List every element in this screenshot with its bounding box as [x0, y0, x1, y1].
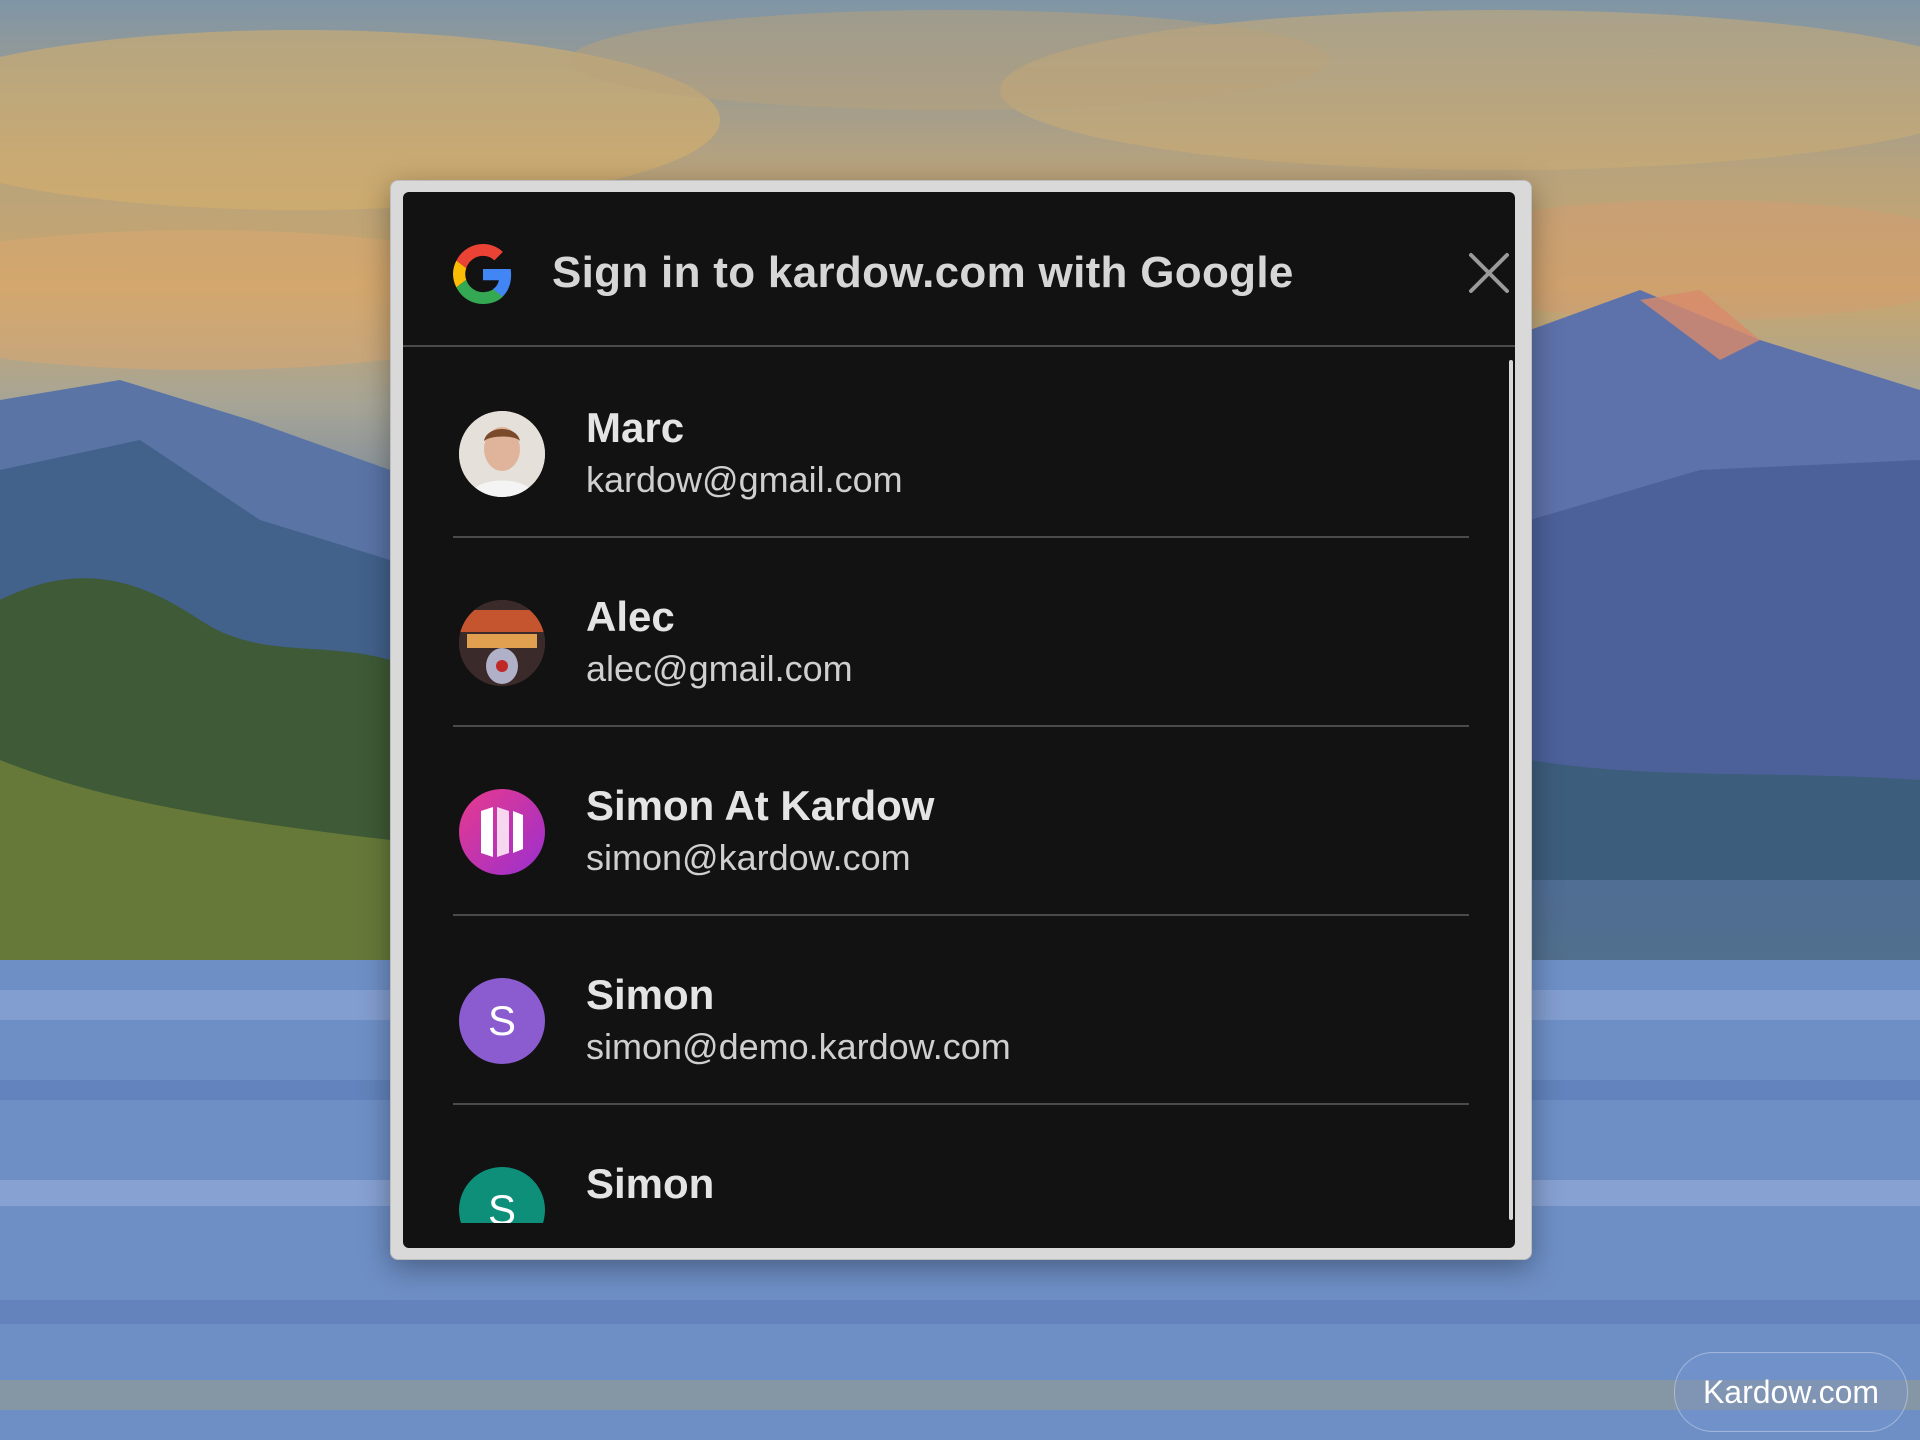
google-sign-in-dialog: Sign in to kardow.com with Google Marc k…: [403, 192, 1515, 1248]
account-email: kardow@gmail.com: [586, 459, 903, 500]
avatar: [459, 411, 545, 497]
account-email: simon@kardow.com: [586, 837, 911, 878]
close-icon: [1469, 253, 1509, 293]
account-name: Marc: [586, 404, 685, 451]
dialog-title: Sign in to kardow.com with Google: [552, 248, 1294, 297]
avatar-initial: S: [487, 1186, 516, 1223]
badge-label: Kardow.com: [1702, 1373, 1880, 1410]
avatar: [459, 789, 545, 875]
kardow-logo-icon: [481, 807, 523, 857]
google-g-icon: [453, 244, 512, 304]
account-item-simon-at-kardow[interactable]: Simon At Kardow simon@kardow.com: [453, 725, 1469, 916]
profile-photo-icon: [459, 411, 545, 497]
browser-popup-window: Sign in to kardow.com with Google Marc k…: [390, 180, 1532, 1260]
account-item-marc[interactable]: Marc kardow@gmail.com: [453, 347, 1469, 538]
account-name: Simon: [586, 1160, 715, 1207]
initial-avatar: S: [459, 978, 545, 1064]
profile-photo-icon: [459, 600, 545, 686]
scrollbar[interactable]: [1509, 360, 1513, 1220]
account-list: Marc kardow@gmail.com Alec alec@gmail.co…: [403, 347, 1515, 1248]
avatar: [459, 600, 545, 686]
account-name: Simon At Kardow: [586, 782, 935, 829]
avatar-initial: S: [487, 997, 516, 1044]
account-name: Simon: [586, 971, 715, 1018]
kardow-badge[interactable]: Kardow.com: [1674, 1352, 1908, 1432]
account-email: alec@gmail.com: [586, 648, 853, 689]
account-item-simon-partial[interactable]: S Simon: [453, 1103, 1469, 1223]
account-email: simon@demo.kardow.com: [586, 1026, 1011, 1067]
account-item-simon-demo[interactable]: S Simon simon@demo.kardow.com: [453, 914, 1469, 1105]
initial-avatar: S: [459, 1167, 545, 1223]
dialog-header: Sign in to kardow.com with Google: [403, 192, 1515, 347]
close-button[interactable]: [1463, 247, 1515, 299]
account-item-alec[interactable]: Alec alec@gmail.com: [453, 536, 1469, 727]
account-name: Alec: [586, 593, 675, 640]
